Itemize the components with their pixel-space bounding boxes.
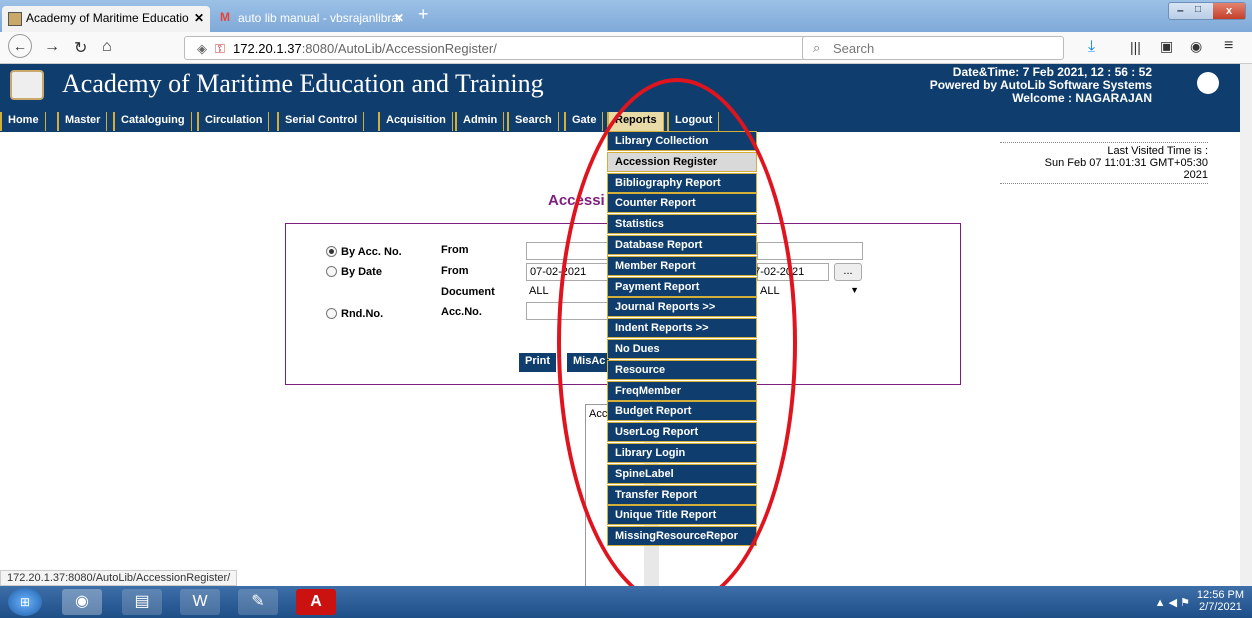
reload-icon[interactable]: ↻	[74, 38, 87, 58]
menu-home[interactable]: Home	[0, 112, 46, 131]
menu-circulation[interactable]: Circulation	[197, 112, 270, 131]
close-window-icon[interactable]: x	[1213, 3, 1245, 19]
date-picker-button[interactable]: ...	[834, 263, 862, 281]
shield-icon: ◈	[197, 41, 207, 56]
maximize-icon[interactable]: □	[1195, 4, 1201, 15]
account-icon[interactable]: ◉	[1190, 38, 1202, 55]
autolib-logo	[1197, 72, 1219, 94]
library-icon[interactable]: |||	[1130, 39, 1141, 55]
site-favicon-icon	[8, 12, 22, 26]
firefox-icon[interactable]: ◉	[62, 589, 102, 615]
last-visited-year: 2021	[1183, 169, 1208, 181]
menu-gate[interactable]: Gate	[564, 112, 604, 131]
minimize-icon[interactable]: –	[1177, 3, 1184, 17]
header-info: Date&Time: 7 Feb 2021, 12 : 56 : 52 Powe…	[930, 66, 1152, 105]
label-by-acc-no: By Acc. No.	[341, 246, 402, 258]
sidebar-icon[interactable]: ▣	[1160, 38, 1173, 55]
start-button-icon[interactable]: ⊞	[8, 588, 42, 616]
url-bar[interactable]: ◈ ⚿ 172.20.1.37:8080/AutoLib/AccessionRe…	[184, 36, 862, 60]
browser-tab-gmail[interactable]: M auto lib manual - vbsrajanlibrar ✕	[214, 6, 410, 32]
insecure-lock-icon: ⚿	[215, 41, 225, 56]
close-tab-icon[interactable]: ✕	[394, 11, 404, 25]
label-document: Document	[441, 286, 495, 298]
browser-tab-active[interactable]: Academy of Maritime Educatio ✕	[2, 6, 210, 32]
label-from-date: From	[441, 265, 469, 277]
word-icon[interactable]: W	[180, 589, 220, 615]
menu-admin[interactable]: Admin	[455, 112, 505, 131]
radio-by-acc-no[interactable]	[326, 246, 337, 257]
new-tab-icon[interactable]: +	[418, 4, 429, 25]
radio-rnd-no[interactable]	[326, 308, 337, 319]
site-title: Academy of Maritime Education and Traini…	[62, 69, 544, 98]
search-icon: ⌕	[813, 40, 821, 55]
url-host: 172.20.1.37	[233, 41, 302, 56]
acrobat-icon[interactable]: A	[296, 589, 336, 615]
gmail-icon: M	[220, 10, 230, 24]
page-scrollbar[interactable]	[1240, 64, 1252, 586]
clock-time: 12:56 PM	[1196, 589, 1244, 601]
clock-date: 2/7/2021	[1199, 601, 1242, 613]
file-explorer-icon[interactable]: ▤	[122, 589, 162, 615]
status-url: 172.20.1.37:8080/AutoLib/AccessionRegist…	[0, 570, 238, 586]
system-tray-icons[interactable]: ▲ ◀ ⚑	[1155, 596, 1190, 609]
menu-acquisition[interactable]: Acquisition	[378, 112, 453, 131]
tab-label: auto lib manual - vbsrajanlibrar	[238, 11, 403, 25]
chevron-down-icon: ▼	[850, 285, 859, 295]
menu-master[interactable]: Master	[57, 112, 108, 131]
tab-label: Academy of Maritime Educatio	[26, 11, 189, 25]
paint-icon[interactable]: ✎	[238, 589, 278, 615]
academy-logo	[10, 70, 44, 100]
window-controls[interactable]: – □ x	[1168, 2, 1246, 20]
label-from-acc: From	[441, 244, 469, 256]
menu-cataloguing[interactable]: Cataloguing	[113, 112, 192, 131]
label-acc-no: Acc.No.	[441, 306, 482, 318]
menu-serial-control[interactable]: Serial Control	[277, 112, 365, 131]
last-visited-box: Last Visited Time is : Sun Feb 07 11:01:…	[1000, 142, 1208, 184]
radio-by-date[interactable]	[326, 266, 337, 277]
last-visited-value: Sun Feb 07 11:01:31 GMT+05:30	[1044, 157, 1208, 169]
downloads-icon[interactable]: ⤓	[1088, 38, 1095, 56]
label-rnd-no: Rnd.No.	[341, 308, 384, 320]
last-visited-label: Last Visited Time is :	[1107, 145, 1208, 157]
welcome-text: Welcome : NAGARAJAN	[1012, 91, 1152, 105]
home-icon[interactable]: ⌂	[102, 38, 112, 56]
close-tab-icon[interactable]: ✕	[194, 11, 204, 25]
search-input[interactable]: ⌕ Search	[802, 36, 1064, 60]
url-path: :8080/AutoLib/AccessionRegister/	[301, 41, 497, 56]
back-icon[interactable]: ←	[8, 34, 32, 58]
label-by-date: By Date	[341, 266, 382, 278]
taskbar-clock[interactable]: 12:56 PM 2/7/2021	[1197, 589, 1244, 613]
forward-icon[interactable]: →	[44, 38, 60, 56]
red-annotation-ellipse	[557, 78, 797, 608]
print-button[interactable]: Print	[519, 353, 557, 372]
menu-icon[interactable]: ≡	[1224, 37, 1233, 55]
menu-search[interactable]: Search	[507, 112, 559, 131]
search-placeholder: Search	[833, 41, 875, 56]
